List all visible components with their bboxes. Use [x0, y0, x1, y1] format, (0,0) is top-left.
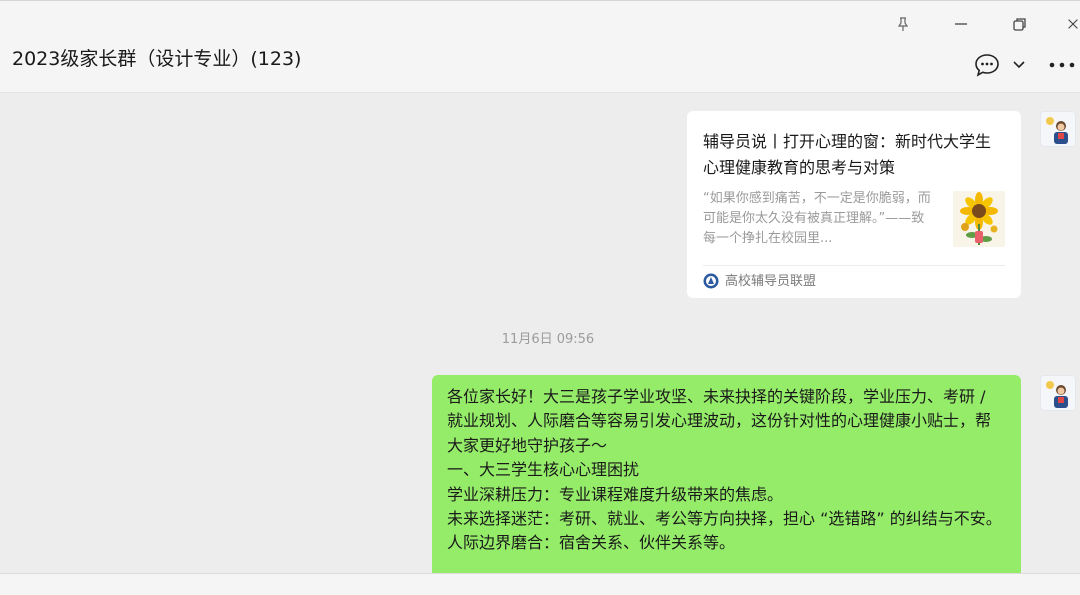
sender-avatar[interactable] — [1040, 111, 1076, 147]
pin-icon[interactable] — [892, 13, 914, 35]
title-bar: 2023级家长群（设计专业）(123) — [0, 1, 1080, 93]
sunflower-image — [953, 191, 1005, 247]
input-toolbar — [0, 573, 1080, 595]
message-line: 人际边界磨合：宿舍关系、伙伴关系等。 — [447, 533, 736, 553]
link-card-description: “如果你感到痛苦，不一定是你脆弱，而可能是你太久没有被真正理解。”——致每一个挣… — [703, 191, 931, 246]
restore-icon[interactable] — [1008, 13, 1030, 35]
message-line: 未来选择迷茫：考研、就业、考公等方向抉择，担心 “选错路” 的纠结与不安。 — [447, 509, 1002, 529]
message-line: 各位家长好！大三是孩子学业攻坚、未来抉择的关键阶段，学业压力、考研 / 就业规划… — [447, 387, 992, 455]
chat-bubble-icon[interactable] — [973, 51, 1001, 79]
message-line: 学业深耕压力：专业课程难度升级带来的焦虑。 — [447, 484, 784, 504]
more-icon[interactable] — [1048, 51, 1076, 79]
message-line: 一、大三学生核心心理困扰 — [447, 460, 640, 480]
link-card-title: 辅导员说丨打开心理的窗：新时代大学生心理健康教育的思考与对策 — [703, 132, 992, 177]
link-card-divider — [703, 265, 1005, 266]
link-card[interactable]: 辅导员说丨打开心理的窗：新时代大学生心理健康教育的思考与对策 “如果你感到痛苦，… — [687, 111, 1021, 298]
source-logo-icon — [703, 273, 719, 289]
minimize-icon[interactable] — [950, 13, 972, 35]
chevron-down-icon[interactable] — [1011, 51, 1027, 79]
link-card-source: 高校辅导员联盟 — [725, 274, 817, 289]
text-message-bubble[interactable]: 各位家长好！大三是孩子学业攻坚、未来抉择的关键阶段，学业压力、考研 / 就业规划… — [432, 375, 1021, 595]
chat-title: 2023级家长群（设计专业）(123) — [12, 48, 302, 70]
sender-avatar[interactable] — [1040, 375, 1076, 411]
message-timestamp: 11月6日 09:56 — [501, 332, 595, 347]
close-icon[interactable] — [1066, 13, 1080, 35]
